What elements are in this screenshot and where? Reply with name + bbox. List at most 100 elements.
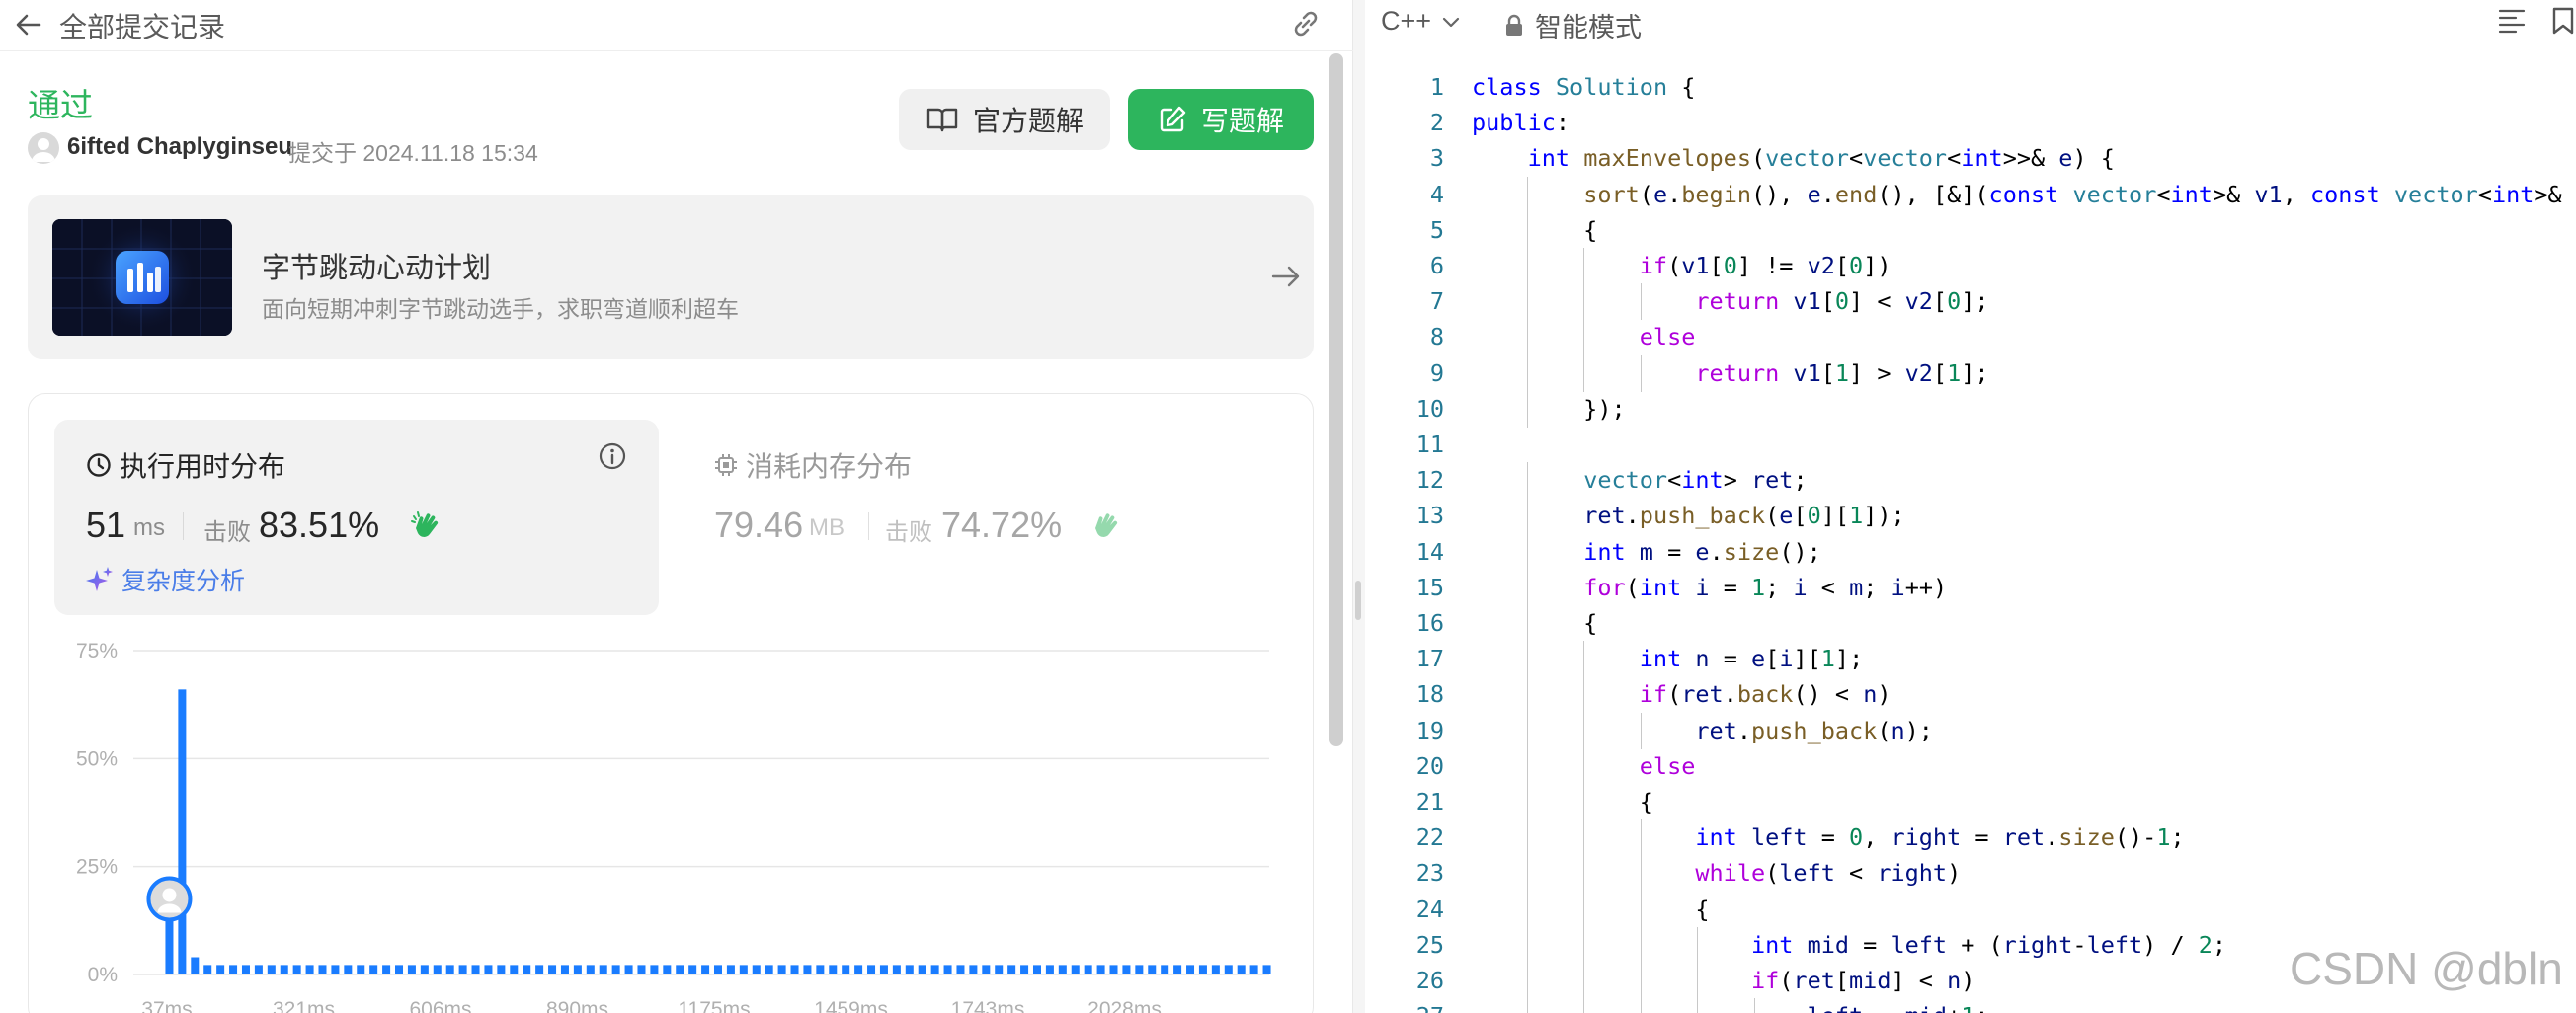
code-text: int m = e.size(); [1583,537,1821,566]
code-line[interactable]: 20 else [1365,747,2576,785]
code-line[interactable]: 19 ret.push_back(n); [1365,712,2576,749]
x-tick-label: 2028ms [1087,998,1162,1013]
line-number: 15 [1415,573,1444,601]
line-number: 3 [1429,144,1444,173]
code-line[interactable]: 27 left = mid+1; [1365,998,2576,1013]
chart-bar [1249,965,1258,974]
divider [183,512,184,540]
code-line[interactable]: 14 int m = e.size(); [1365,533,2576,571]
code-line[interactable]: 15 for(int i = 1; i < m; i++) [1365,569,2576,606]
language-label: C++ [1381,6,1432,36]
code-line[interactable]: 2 public: [1365,105,2576,140]
indent-guide [1640,354,1642,392]
code-line[interactable]: 16 { [1365,605,2576,642]
chart-bar [982,965,991,974]
code-text: { [1472,215,1598,244]
chart-bar [1032,965,1041,974]
code-line[interactable]: 10 }); [1365,390,2576,428]
runtime-title-label: 执行用时分布 [120,451,286,482]
complexity-analysis-link[interactable]: 复杂度分析 [86,562,245,597]
code-text: }); [1472,394,1626,423]
splitter-handle[interactable] [1355,581,1361,620]
code-editor[interactable]: 1 class Solution {2 public: 3 int maxEnvelo… [1365,69,2576,1013]
code-text: while(left < right) [1695,859,1962,888]
code-text: class Solution { [1472,73,1696,101]
code-line[interactable]: 4 sort(e.begin(), e.end(), [&](const vec… [1365,176,2576,213]
memory-beat-label: 击败 [885,519,932,546]
chart-bar [523,965,531,974]
code-line[interactable]: 1 class Solution { [1365,69,2576,105]
code-text: return v1[1] > v2[1]; [1695,358,1989,387]
bookmark-icon[interactable] [2550,6,2576,36]
edit-icon [1160,106,1186,132]
runtime-value: 51 [86,505,126,545]
code-line[interactable]: 22 int left = 0, right = ret.size()-1; [1365,819,2576,857]
submission-status: 通过 [28,86,93,124]
code-line[interactable]: 18 if(ret.back() < n) [1365,676,2576,714]
line-number: 4 [1429,180,1444,208]
promo-banner[interactable]: 字节跳动心动计划 面向短期冲刺字节跳动选手，求职弯道顺利超车 [28,195,1314,359]
code-line[interactable]: 5 { [1365,211,2576,249]
avatar[interactable] [28,132,59,164]
info-icon[interactable] [598,441,627,471]
memory-tab[interactable]: 消耗内存分布 [714,445,912,485]
code-line[interactable]: 7 return v1[0] < v2[0]; [1365,283,2576,321]
code-text: int mid = left + (right-left) / 2; [1750,930,2227,959]
memory-value: 79.46 [714,505,804,545]
code-line[interactable]: 13 ret.push_back(e[0][1]); [1365,498,2576,535]
panel-splitter[interactable] [1353,0,1365,1013]
chart-bar [854,965,863,974]
code-text: if(ret[mid] < n) [1750,967,1975,994]
code-text: if(v1[0] != v2[0]) [1639,252,1892,279]
indent-guide [1526,819,1528,857]
user-name[interactable]: 6ifted Chaplyginseu [67,133,292,161]
indent-guide [1583,283,1584,321]
language-select[interactable]: C++ [1381,6,1461,37]
indent-guide [1640,712,1642,749]
code-line[interactable]: 8 else [1365,319,2576,356]
code-text: public: [1472,109,1570,137]
runtime-distribution-chart: 75% 50% 25% 0% 37ms 321ms 606ms 890ms 1175ms 145… [76,640,1271,1013]
submission-topbar: 全部提交记录 [0,0,1353,51]
official-solution-button[interactable]: 官方题解 [899,89,1110,150]
indent-guide [1583,354,1584,392]
x-tick-label: 606ms [409,998,471,1013]
all-submissions-link[interactable]: 全部提交记录 [59,6,225,45]
code-line[interactable]: 3 int maxEnvelopes(vector<vector<int>>& … [1365,140,2576,176]
arrow-right-icon[interactable] [1268,259,1304,294]
indent-guide [1526,354,1528,392]
chart-bar [1020,965,1029,974]
indent-guide [1697,926,1698,964]
line-number: 23 [1415,859,1444,888]
code-line[interactable]: 24 { [1365,891,2576,928]
write-solution-button[interactable]: 写题解 [1128,89,1314,150]
indent-guide [1526,784,1528,820]
scrollbar-thumb[interactable] [1329,53,1343,746]
promo-thumbnail [52,219,232,336]
link-icon[interactable] [1288,6,1324,41]
chart-bar [1096,965,1105,974]
chart-bar [280,965,288,974]
code-line[interactable]: 17 int n = e[i][1]; [1365,641,2576,678]
runtime-title[interactable]: 执行用时分布 [86,445,285,485]
chart-bar [318,965,327,974]
arrow-left-icon[interactable] [14,10,43,39]
line-number: 24 [1415,895,1444,923]
chart-bar [1135,965,1144,974]
chart-bar [1262,965,1271,974]
code-line[interactable]: 9 return v1[1] > v2[1]; [1365,354,2576,392]
format-code-icon[interactable] [2497,6,2527,36]
code-line[interactable]: 23 while(left < right) [1365,855,2576,893]
chart-bar [624,965,633,974]
indent-guide [1526,676,1528,714]
code-line[interactable]: 12 vector<int> ret; [1365,462,2576,500]
code-line[interactable]: 21 { [1365,784,2576,820]
chart-bar [292,965,301,974]
official-solution-label: 官方题解 [972,106,1084,136]
chart-bar [1058,965,1067,974]
code-line[interactable]: 11 [1365,427,2576,462]
smart-mode-toggle[interactable]: 智能模式 [1503,6,1642,44]
chip-icon [715,454,737,476]
chart-bar [1173,965,1182,974]
code-line[interactable]: 6 if(v1[0] != v2[0]) [1365,248,2576,284]
